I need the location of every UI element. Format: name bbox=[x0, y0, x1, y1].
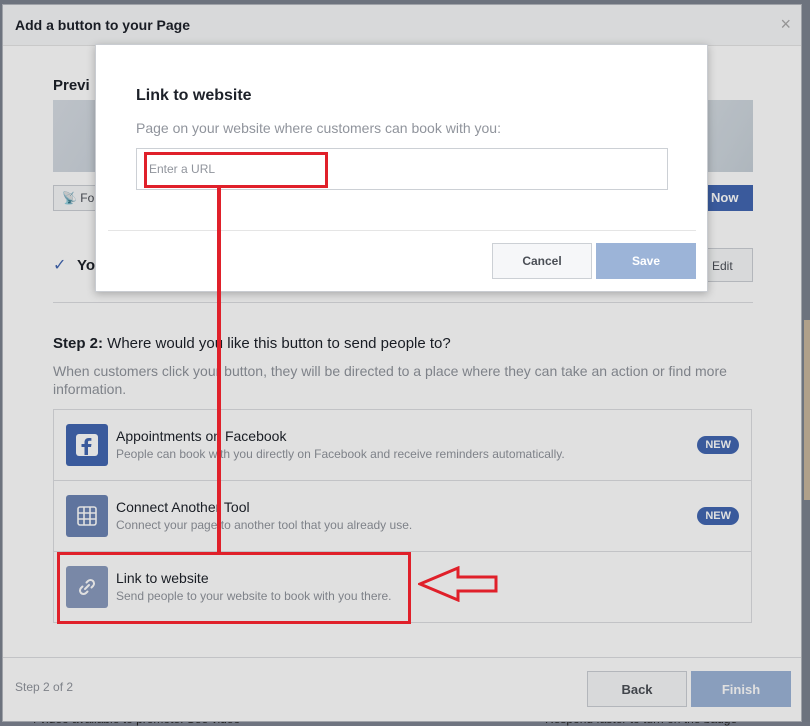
annotation-url-box bbox=[144, 152, 328, 188]
modal-title: Link to website bbox=[136, 87, 252, 104]
annotation-arrow-icon bbox=[418, 566, 498, 602]
save-button[interactable]: Save bbox=[596, 243, 696, 279]
cancel-button[interactable]: Cancel bbox=[492, 243, 592, 279]
annotation-connector-line bbox=[217, 188, 221, 554]
cancel-label: Cancel bbox=[522, 254, 562, 268]
annotation-link-option-box bbox=[57, 552, 411, 624]
modal-divider bbox=[108, 230, 696, 231]
save-label: Save bbox=[631, 254, 661, 268]
modal-subtitle: Page on your website where customers can… bbox=[136, 120, 501, 136]
